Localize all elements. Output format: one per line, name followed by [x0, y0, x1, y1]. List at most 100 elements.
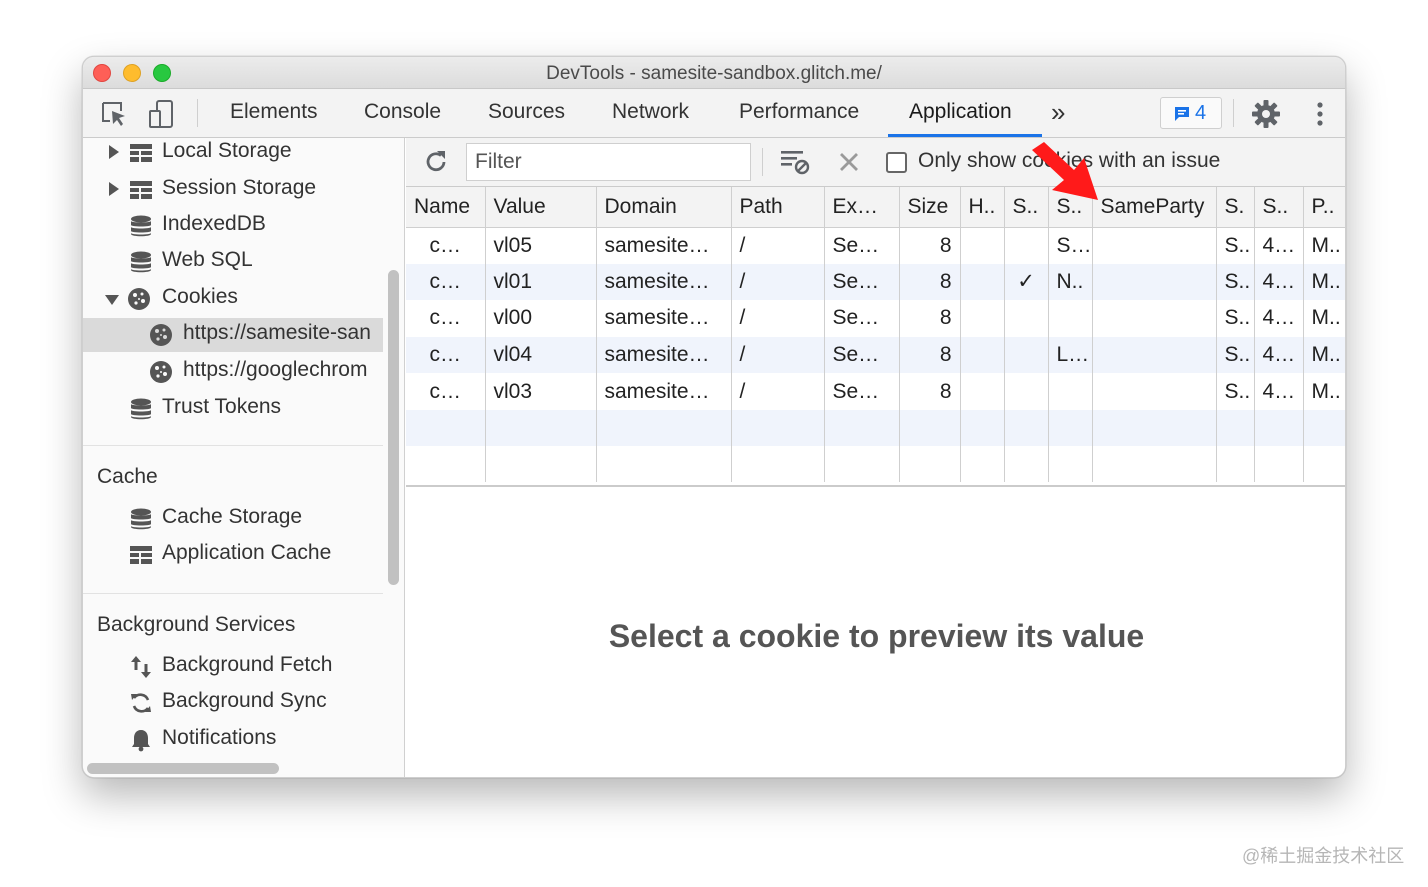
- watermark: @稀土掘金技术社区: [1242, 846, 1405, 866]
- sidebar-item-label: Notifications: [162, 726, 277, 749]
- cell-path: /: [731, 300, 825, 337]
- tab-network[interactable]: Network: [608, 89, 693, 137]
- red-annotation-arrow-icon: [1032, 142, 1098, 200]
- sidebar-item-trust-tokens[interactable]: Trust Tokens: [83, 392, 383, 426]
- column-header-sameparty-s[interactable]: S.: [1216, 187, 1255, 228]
- tab-elements[interactable]: Elements: [226, 89, 322, 137]
- sidebar-item-label: https://samesite-san: [183, 321, 371, 344]
- sidebar-vertical-scrollbar[interactable]: [388, 270, 399, 585]
- delete-cookies-icon[interactable]: [836, 149, 866, 179]
- expand-arrow-icon[interactable]: [109, 145, 119, 159]
- database-icon: [131, 215, 151, 237]
- cell-samesite: [1048, 300, 1093, 337]
- cell-name: c…: [406, 336, 486, 374]
- sidebar-item-cookies[interactable]: Cookies: [83, 282, 383, 316]
- sidebar-item-session-storage[interactable]: Session Storage: [83, 173, 383, 207]
- sidebar-item-label: Application Cache: [162, 541, 332, 564]
- cell-domain: samesite…: [596, 227, 732, 264]
- cell-value: vl05: [485, 227, 597, 264]
- expand-arrow-icon[interactable]: [109, 182, 119, 196]
- gear-icon[interactable]: [1251, 99, 1281, 129]
- cell-expires: Se…: [824, 336, 900, 374]
- sidebar-item-background-fetch[interactable]: Background Fetch: [83, 650, 383, 684]
- column-header-sameparty[interactable]: SameParty: [1092, 187, 1217, 228]
- sidebar-item-label: Web SQL: [162, 248, 253, 271]
- cell-path: /: [731, 263, 825, 301]
- cell-domain: samesite…: [596, 336, 732, 374]
- sidebar-item-local-storage[interactable]: Local Storage: [83, 138, 383, 170]
- cell-secure: [1004, 336, 1049, 374]
- more-tabs-button[interactable]: »: [1051, 97, 1065, 128]
- tab-console[interactable]: Console: [360, 89, 445, 137]
- cell-sameparty: [1092, 336, 1217, 374]
- column-header-value[interactable]: Value: [485, 187, 597, 228]
- table-row[interactable]: c… vl04 samesite… / Se… 8 L… S.. 4… M..: [406, 336, 1345, 374]
- sidebar-item-notifications[interactable]: Notifications: [83, 723, 383, 757]
- collapse-arrow-icon[interactable]: [105, 295, 119, 305]
- sidebar-item-label: Cache Storage: [162, 505, 303, 528]
- up-down-arrows-icon: [131, 656, 151, 678]
- sidebar-horizontal-scrollbar[interactable]: [87, 763, 279, 774]
- sidebar-item-label: Trust Tokens: [162, 395, 282, 418]
- cookie-icon: [128, 288, 150, 310]
- tab-application[interactable]: Application: [905, 89, 1016, 137]
- cell-value: vl04: [485, 336, 597, 374]
- column-header-source-port[interactable]: S..: [1254, 187, 1304, 228]
- column-header-priority[interactable]: P..: [1303, 187, 1345, 228]
- cell-secure: [1004, 373, 1049, 410]
- empty-table-row: [406, 409, 1345, 446]
- only-issues-checkbox[interactable]: [886, 152, 907, 173]
- clear-filtered-cookies-icon[interactable]: [779, 147, 810, 177]
- toolbar-separator: [197, 99, 198, 127]
- cell-secure: [1004, 300, 1049, 337]
- sidebar-item-cache-storage[interactable]: Cache Storage: [83, 502, 383, 536]
- cell-httponly: [960, 300, 1005, 337]
- cell-value: vl00: [485, 300, 597, 337]
- table-row[interactable]: c… vl05 samesite… / Se… 8 S… S.. 4… M..: [406, 227, 1345, 264]
- column-header-name[interactable]: Name: [406, 187, 486, 228]
- sidebar-item-label: Session Storage: [162, 176, 317, 199]
- issues-count: 4: [1195, 102, 1207, 124]
- cell-expires: Se…: [824, 263, 900, 301]
- cell-expires: Se…: [824, 300, 900, 337]
- cell-priority: M..: [1303, 263, 1345, 301]
- filter-input[interactable]: [466, 143, 751, 181]
- issues-counter-button[interactable]: 4: [1160, 97, 1222, 129]
- sidebar-item-application-cache[interactable]: Application Cache: [83, 538, 383, 572]
- column-header-expires[interactable]: Ex…: [824, 187, 900, 228]
- cell-secure: ✓: [1004, 263, 1049, 301]
- table-row[interactable]: c… vl00 samesite… / Se… 8 S.. 4… M..: [406, 300, 1345, 337]
- sidebar-item-cookie-origin-googlechrome[interactable]: https://googlechrom: [83, 355, 383, 389]
- table-row[interactable]: c… vl03 samesite… / Se… 8 S.. 4… M..: [406, 373, 1345, 410]
- table-header-row: Name Value Domain Path Ex… Size H.. S.. …: [406, 187, 1345, 228]
- cell-col-11: S..: [1216, 227, 1255, 264]
- sidebar-item-label: Local Storage: [162, 139, 292, 162]
- cell-size: 8: [899, 263, 961, 301]
- sidebar-item-background-sync[interactable]: Background Sync: [83, 686, 383, 720]
- cell-sameparty: [1092, 263, 1217, 301]
- more-options-icon[interactable]: [1305, 99, 1335, 129]
- cell-priority: M..: [1303, 336, 1345, 374]
- inspect-element-icon[interactable]: [99, 99, 129, 129]
- cookies-table: Name Value Domain Path Ex… Size H.. S.. …: [406, 187, 1345, 487]
- device-toolbar-icon[interactable]: [147, 99, 177, 129]
- tab-sources[interactable]: Sources: [484, 89, 569, 137]
- sidebar-item-label: https://googlechrom: [183, 358, 368, 381]
- sidebar-item-indexeddb[interactable]: IndexedDB: [83, 209, 383, 243]
- bell-icon: [132, 730, 150, 752]
- tab-performance[interactable]: Performance: [735, 89, 863, 137]
- cell-httponly: [960, 227, 1005, 264]
- sidebar-item-web-sql[interactable]: Web SQL: [83, 245, 383, 279]
- cell-priority: M..: [1303, 300, 1345, 337]
- cell-size: 8: [899, 300, 961, 337]
- cell-name: c…: [406, 373, 486, 410]
- column-header-domain[interactable]: Domain: [596, 187, 732, 228]
- refresh-icon[interactable]: [422, 148, 452, 178]
- column-header-size[interactable]: Size: [899, 187, 961, 228]
- cell-col-12: 4…: [1254, 227, 1304, 264]
- cookie-preview-placeholder: Select a cookie to preview its value: [608, 618, 1145, 654]
- column-header-path[interactable]: Path: [731, 187, 825, 228]
- table-row[interactable]: c… vl01 samesite… / Se… 8 ✓ N.. S.. 4… M…: [406, 263, 1345, 301]
- column-header-httponly[interactable]: H..: [960, 187, 1005, 228]
- sidebar-item-cookie-origin-samesite[interactable]: https://samesite-san: [83, 318, 383, 352]
